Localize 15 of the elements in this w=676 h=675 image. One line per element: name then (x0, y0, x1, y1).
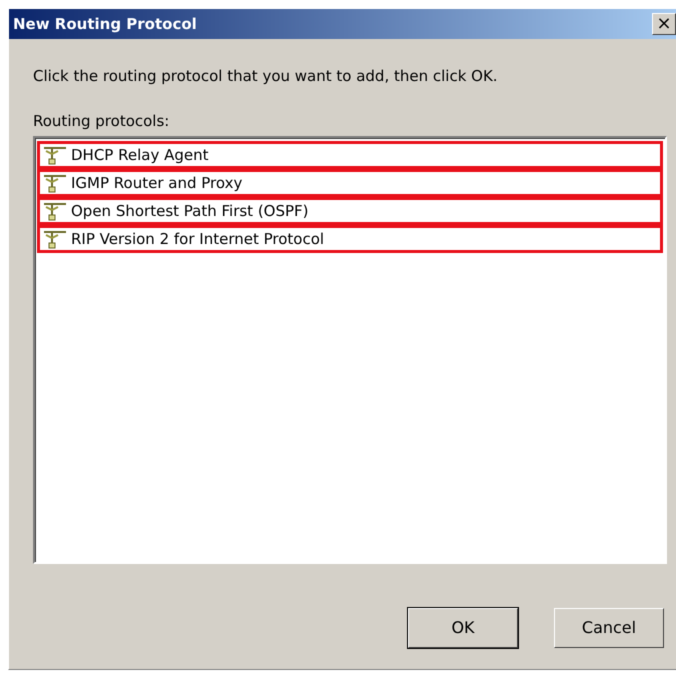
protocol-item[interactable]: RIP Version 2 for Internet Protocol (37, 225, 663, 253)
list-label: Routing protocols: (33, 110, 170, 132)
close-button[interactable]: × (652, 13, 676, 35)
protocol-list[interactable]: DHCP Relay Agent IGMP Router and Proxy Open Shortest Path First (OSPF) RIP Version 2 for Internet Protocol (33, 136, 667, 564)
protocol-item[interactable]: DHCP Relay Agent (37, 141, 663, 169)
router-icon (42, 145, 68, 165)
window-title: New Routing Protocol (13, 14, 197, 35)
cancel-button[interactable]: Cancel (554, 608, 664, 648)
protocol-item[interactable]: IGMP Router and Proxy (37, 169, 663, 197)
router-icon (42, 201, 68, 221)
protocol-item[interactable]: Open Shortest Path First (OSPF) (37, 197, 663, 225)
instruction-text: Click the routing protocol that you want to add, then click OK. (33, 66, 499, 87)
ok-button[interactable]: OK (408, 608, 518, 648)
router-icon (42, 173, 68, 193)
router-icon (42, 229, 68, 249)
